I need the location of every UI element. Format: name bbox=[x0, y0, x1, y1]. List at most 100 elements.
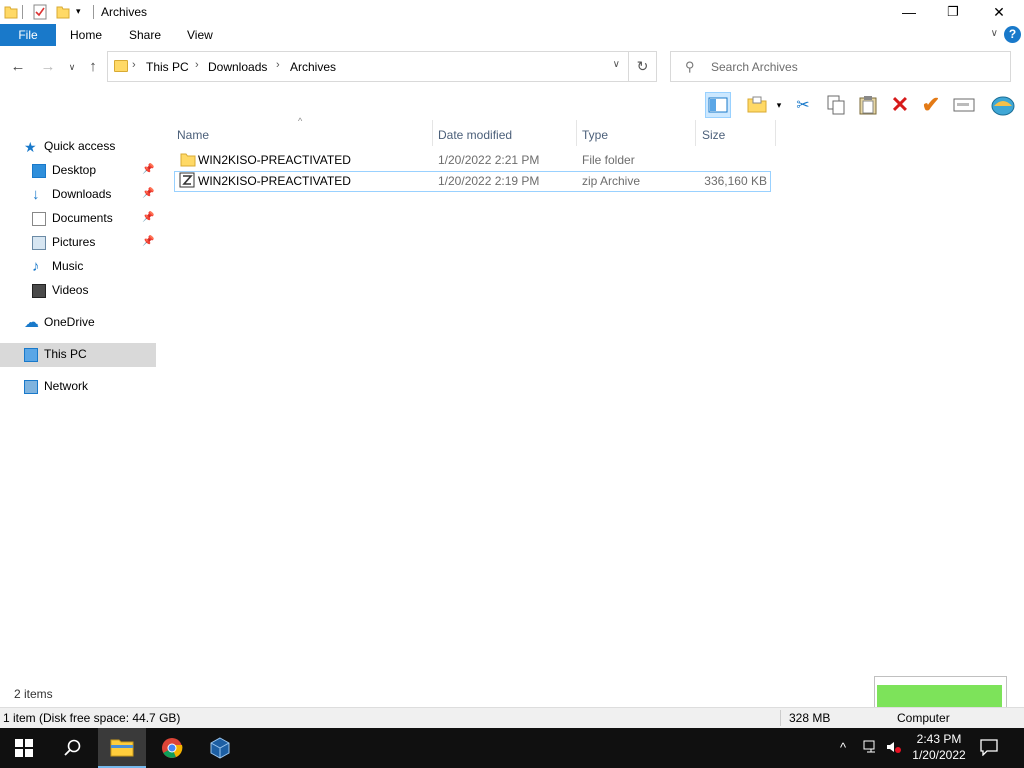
document-icon bbox=[32, 211, 46, 226]
chevron-down-icon[interactable]: ▾ bbox=[772, 92, 786, 118]
checkmark-icon[interactable]: ✔ bbox=[918, 92, 944, 118]
close-button[interactable]: ✕ bbox=[976, 0, 1022, 24]
cloud-icon: ☁ bbox=[24, 313, 39, 331]
window-title: Archives bbox=[101, 5, 148, 19]
taskbar: ^ 2:43 PM 1/20/2022 bbox=[0, 728, 1024, 768]
sidebar-item-this-pc[interactable]: This PC bbox=[24, 343, 87, 365]
file-name: WIN2KISO-PREACTIVATED bbox=[198, 153, 351, 167]
properties-icon[interactable] bbox=[33, 4, 47, 20]
recent-locations-icon[interactable]: ∨ bbox=[62, 57, 82, 77]
sidebar-item-pictures[interactable]: Pictures bbox=[32, 231, 95, 253]
delete-icon[interactable]: ✕ bbox=[887, 92, 913, 118]
sidebar-item-label: Network bbox=[44, 379, 89, 393]
paste-icon[interactable] bbox=[855, 92, 881, 118]
column-divider[interactable] bbox=[576, 120, 577, 146]
address-dropdown-icon[interactable]: ∨ bbox=[613, 59, 620, 70]
zip-archive-icon bbox=[179, 172, 195, 191]
file-explorer-icon[interactable] bbox=[98, 728, 146, 768]
tab-file[interactable]: File bbox=[0, 24, 56, 46]
expand-ribbon-icon[interactable]: ∨ bbox=[991, 28, 998, 39]
network-icon[interactable] bbox=[863, 740, 879, 757]
file-name: WIN2KISO-PREACTIVATED bbox=[198, 174, 351, 188]
pin-icon[interactable]: 📌 bbox=[142, 236, 154, 247]
refresh-button[interactable]: ↻ bbox=[629, 51, 657, 82]
sidebar-item-label: Videos bbox=[52, 283, 89, 297]
copy-icon[interactable] bbox=[823, 92, 849, 118]
column-header-size[interactable]: Size bbox=[702, 124, 725, 146]
chevron-right-icon[interactable]: › bbox=[132, 59, 136, 71]
title-bar: ▾ Archives — ❐ ✕ bbox=[0, 0, 1024, 24]
shell-icon[interactable] bbox=[990, 92, 1016, 118]
location-label: Computer bbox=[897, 711, 950, 725]
clock-date: 1/20/2022 bbox=[912, 748, 966, 762]
chevron-right-icon[interactable]: › bbox=[195, 59, 199, 71]
navigation-pane: ★ Quick access Desktop 📌 ↓ Downloads 📌 Doc… bbox=[0, 120, 158, 682]
address-row: ← → ∨ ↑ › This PC › Downloads › Archives… bbox=[0, 46, 1024, 88]
tab-share[interactable]: Share bbox=[115, 24, 175, 46]
search-icon[interactable] bbox=[48, 728, 96, 768]
virtualbox-icon[interactable] bbox=[196, 728, 244, 768]
new-folder-icon[interactable] bbox=[56, 4, 70, 20]
customize-quick-access-icon[interactable]: ▾ bbox=[76, 6, 90, 22]
sidebar-item-onedrive[interactable]: ☁ OneDrive bbox=[24, 311, 95, 333]
file-date: 1/20/2022 2:19 PM bbox=[438, 174, 540, 188]
sidebar-item-network[interactable]: Network bbox=[24, 375, 88, 397]
file-list: ^ Name Date modified Type Size WIN2KISO-… bbox=[158, 116, 1024, 682]
picture-icon bbox=[32, 235, 46, 250]
sidebar-item-documents[interactable]: Documents bbox=[32, 207, 113, 229]
preview-pane-icon[interactable] bbox=[705, 92, 731, 118]
up-arrow-icon[interactable]: ↑ bbox=[83, 57, 103, 77]
table-row[interactable]: WIN2KISO-PREACTIVATED 1/20/2022 2:19 PM … bbox=[174, 171, 771, 192]
chevron-right-icon[interactable]: › bbox=[276, 59, 280, 71]
search-input[interactable]: ⚲ Search Archives bbox=[670, 51, 1011, 82]
music-note-icon: ♪ bbox=[32, 257, 40, 275]
star-icon: ★ bbox=[24, 138, 37, 155]
forward-arrow-icon[interactable]: → bbox=[38, 57, 58, 77]
minimize-button[interactable]: — bbox=[886, 0, 932, 24]
status-bar: 1 item (Disk free space: 44.7 GB) 328 MB… bbox=[0, 707, 1024, 728]
notifications-icon[interactable] bbox=[980, 738, 1002, 758]
system-clock[interactable]: 2:43 PM 1/20/2022 bbox=[908, 731, 970, 763]
rename-icon[interactable] bbox=[951, 92, 977, 118]
volume-muted-icon[interactable] bbox=[886, 740, 902, 757]
sidebar-item-downloads[interactable]: ↓ Downloads bbox=[32, 183, 111, 205]
cut-icon[interactable]: ✂ bbox=[790, 92, 816, 118]
film-icon bbox=[32, 283, 46, 298]
sidebar-item-videos[interactable]: Videos bbox=[32, 279, 88, 301]
folder-icon bbox=[114, 60, 128, 72]
column-divider[interactable] bbox=[432, 120, 433, 146]
pin-icon[interactable]: 📌 bbox=[142, 188, 154, 199]
pin-icon[interactable]: 📌 bbox=[142, 164, 154, 175]
help-button[interactable]: ? bbox=[1004, 26, 1021, 43]
breadcrumb-this-pc[interactable]: This PC bbox=[146, 60, 189, 74]
sidebar-item-desktop[interactable]: Desktop bbox=[32, 159, 96, 181]
sidebar-item-label: Documents bbox=[52, 211, 113, 225]
maximize-button[interactable]: ❐ bbox=[930, 0, 976, 24]
chevron-up-icon[interactable]: ^ bbox=[840, 740, 846, 755]
sidebar-item-label: Downloads bbox=[52, 187, 112, 201]
back-arrow-icon[interactable]: ← bbox=[8, 57, 28, 77]
new-folder-icon[interactable] bbox=[744, 92, 770, 118]
network-icon bbox=[24, 379, 38, 394]
tab-view[interactable]: View bbox=[173, 24, 227, 46]
sidebar-item-label: Pictures bbox=[52, 235, 96, 249]
sidebar-item-quick-access[interactable]: ★ Quick access bbox=[24, 135, 115, 157]
search-icon: ⚲ bbox=[685, 59, 695, 74]
tab-home[interactable]: Home bbox=[56, 24, 116, 46]
sidebar-item-label: This PC bbox=[44, 347, 87, 361]
column-header-date[interactable]: Date modified bbox=[438, 124, 512, 146]
clock-time: 2:43 PM bbox=[916, 732, 962, 746]
column-header-name[interactable]: Name bbox=[177, 124, 209, 146]
pin-icon[interactable]: 📌 bbox=[142, 212, 154, 223]
start-button[interactable] bbox=[0, 728, 48, 768]
address-bar[interactable]: › This PC › Downloads › Archives ∨ bbox=[107, 51, 629, 82]
sidebar-item-music[interactable]: ♪ Music bbox=[32, 255, 83, 277]
column-divider[interactable] bbox=[775, 120, 776, 146]
table-row[interactable]: WIN2KISO-PREACTIVATED 1/20/2022 2:21 PM … bbox=[174, 150, 771, 171]
chrome-icon[interactable] bbox=[148, 728, 196, 768]
breadcrumb-archives[interactable]: Archives bbox=[290, 60, 336, 74]
column-divider[interactable] bbox=[695, 120, 696, 146]
folder-icon[interactable] bbox=[4, 4, 18, 20]
column-header-type[interactable]: Type bbox=[582, 124, 608, 146]
breadcrumb-downloads[interactable]: Downloads bbox=[208, 60, 267, 74]
